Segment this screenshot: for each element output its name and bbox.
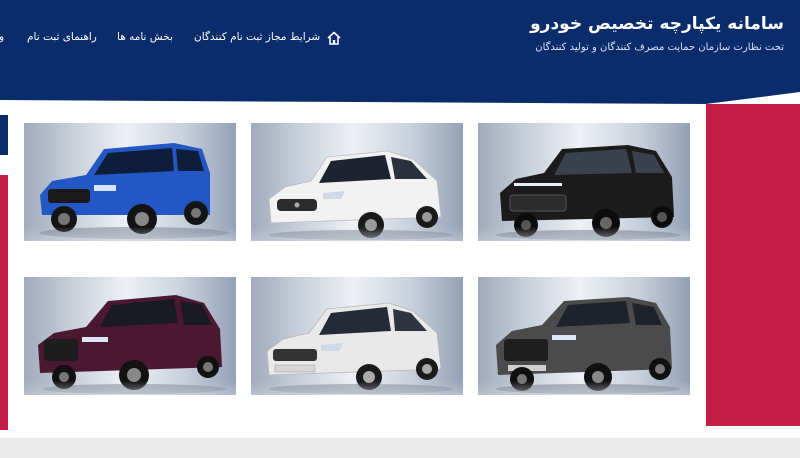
car-card[interactable] (478, 123, 690, 241)
suv-image (38, 295, 226, 394)
nav-item-circulars[interactable]: بخش نامه ها (117, 31, 173, 43)
brand: سامانه یکپارچه تخصیص خودرو تحت نظارت ساز… (530, 14, 784, 53)
footer-bar (0, 438, 800, 458)
left-navy-accent (0, 115, 8, 155)
suv-image (39, 143, 229, 239)
nav-item-registration-guide[interactable]: راهنمای ثبت نام (27, 31, 97, 43)
left-red-accent (0, 175, 8, 430)
nav-item-eligibility[interactable]: شرایط مجاز ثبت نام کنندگان (194, 31, 320, 43)
sedan-image (268, 150, 453, 240)
site-title[interactable]: سامانه یکپارچه تخصیص خودرو (530, 14, 784, 34)
car-card[interactable] (24, 123, 236, 241)
home-icon[interactable] (326, 30, 342, 46)
site-subtitle: تحت نظارت سازمان حمایت مصرف کنندگان و تو… (535, 42, 784, 53)
suv-image (496, 145, 680, 240)
main-nav: شرایط مجاز ثبت نام کنندگان بخش نامه ها ر… (0, 26, 350, 56)
car-card[interactable] (251, 277, 463, 395)
car-card[interactable] (24, 277, 236, 395)
nav-item-truncated[interactable]: و (0, 31, 4, 43)
right-red-accent (706, 104, 800, 426)
site-header: سامانه یکپارچه تخصیص خودرو تحت نظارت ساز… (0, 0, 800, 125)
suv-image (496, 297, 680, 394)
car-card[interactable] (478, 277, 690, 395)
car-card[interactable] (251, 123, 463, 241)
sedan-image (266, 302, 453, 394)
